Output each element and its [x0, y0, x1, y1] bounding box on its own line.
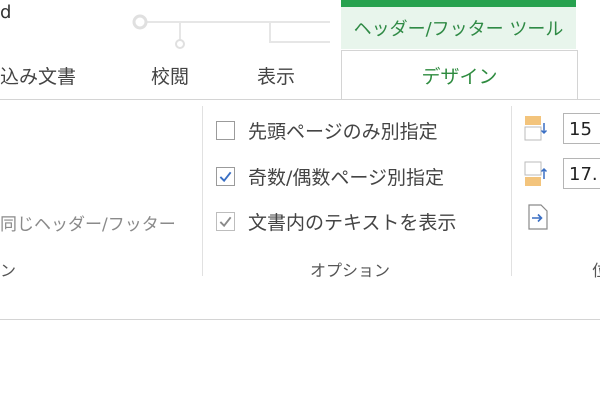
circuit-decoration: [132, 14, 330, 49]
footer-bottom-input[interactable]: 17.: [563, 158, 600, 189]
checkmark-icon: [219, 216, 232, 228]
tab-design[interactable]: デザイン: [341, 50, 578, 100]
tool-accent-bar: [341, 0, 576, 7]
link-to-previous-button[interactable]: 同じヘッダー/フッター: [0, 210, 176, 235]
header-position-icon: [524, 116, 548, 141]
option-different-odd-even[interactable]: 奇数/偶数ページ別指定: [216, 163, 444, 190]
window-title: d: [0, 2, 12, 23]
ribbon-tabs: 込み文書 校閲 表示 デザイン: [0, 50, 600, 100]
different-first-page-label: 先頭ページのみ別指定: [248, 121, 438, 143]
tab-mailings[interactable]: 込み文書: [0, 62, 76, 89]
header-footer-tools-label: ヘッダー/フッター ツール: [341, 7, 576, 49]
checkbox-show-document-text[interactable]: [216, 212, 235, 231]
document-area[interactable]: [0, 283, 600, 399]
checkbox-different-odd-even[interactable]: [216, 167, 235, 186]
different-odd-even-label: 奇数/偶数ページ別指定: [248, 167, 445, 189]
header-top-input[interactable]: 15: [563, 113, 600, 144]
position-group-label: 位: [592, 257, 600, 281]
options-group-label: オプション: [310, 261, 391, 280]
tab-view[interactable]: 表示: [257, 62, 295, 89]
show-document-text-label: 文書内のテキストを表示: [248, 212, 457, 234]
header-boundary-line: [0, 319, 600, 320]
insert-alignment-tab-icon[interactable]: [526, 204, 550, 230]
navigation-group-label: ン: [0, 261, 17, 280]
group-separator: [202, 106, 203, 276]
tab-review[interactable]: 校閲: [151, 62, 189, 89]
group-separator: [511, 106, 512, 276]
checkmark-icon: [219, 171, 232, 183]
option-different-first-page[interactable]: 先頭ページのみ別指定: [216, 117, 438, 144]
checkbox-different-first-page[interactable]: [216, 121, 235, 140]
title-bar: d ヘッダー/フッター ツール: [0, 0, 600, 50]
footer-position-icon: [524, 161, 548, 186]
option-show-document-text[interactable]: 文書内のテキストを表示: [216, 208, 456, 235]
ribbon-panel: 同じヘッダー/フッター ン 先頭ページのみ別指定 奇数/偶数ページ別指定 文書内…: [0, 99, 600, 284]
